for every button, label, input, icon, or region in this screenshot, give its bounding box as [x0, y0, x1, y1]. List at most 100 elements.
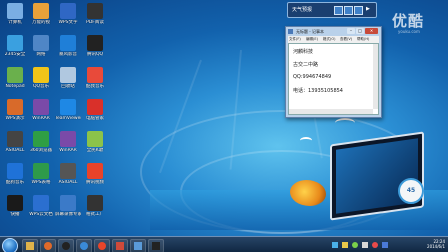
- app-icon: [60, 35, 76, 51]
- desktop-icon-label: WPS演示: [5, 116, 25, 121]
- desktop-icon[interactable]: ASIOALL: [55, 163, 81, 185]
- desktop-icon[interactable]: 酷狗音乐: [2, 163, 28, 185]
- widget-button[interactable]: [354, 6, 363, 15]
- desktop-icon[interactable]: 360浏览器: [28, 131, 54, 153]
- app-icon: [33, 195, 49, 211]
- volume-icon[interactable]: [342, 242, 348, 248]
- desktop-icon-label: ASIOALL: [58, 180, 78, 185]
- desktop-icon-label: WinRAR: [32, 116, 50, 121]
- close-button[interactable]: ✕: [365, 28, 378, 34]
- desktop-icon[interactable]: WPS表格: [28, 163, 54, 185]
- speed-meter-widget[interactable]: 45: [398, 178, 424, 204]
- widget-button[interactable]: [344, 6, 353, 15]
- minimize-button[interactable]: –: [347, 28, 355, 34]
- menu-format[interactable]: 格式(O): [323, 37, 336, 42]
- desktop-icon[interactable]: 屏幕录像专家: [55, 195, 81, 217]
- vertical-scrollbar[interactable]: [373, 44, 378, 109]
- notepad-text-area[interactable]: 河麟科技 古交二中路 QQ:994674849 电话：13935105854: [288, 43, 379, 115]
- maximize-button[interactable]: □: [356, 28, 364, 34]
- desktop-icon[interactable]: 腾讯视频: [82, 163, 108, 185]
- desktop-icon[interactable]: PDF阅读: [82, 3, 108, 25]
- menu-help[interactable]: 帮助(H): [357, 37, 369, 42]
- input-method-icon[interactable]: [382, 242, 388, 248]
- desktop-icon-label: 暴风影音: [59, 52, 77, 57]
- weather-widget[interactable]: 天气预报 ▶: [287, 2, 377, 18]
- desktop-icon[interactable]: 电脑管家: [82, 99, 108, 121]
- seagull-icon: [335, 118, 355, 128]
- taskbar-recorder[interactable]: [112, 239, 128, 252]
- desktop-icon[interactable]: 暴风影音: [55, 35, 81, 57]
- desktop: 计算机 万能的视 WPS文字 PDF阅读 2345安全 网络 暴风影音 腾讯QQ Notepad…: [0, 0, 448, 252]
- app-icon: [7, 131, 23, 147]
- tray-app-icon[interactable]: [372, 242, 378, 248]
- taskbar-ie[interactable]: [76, 239, 92, 252]
- app-icon: [87, 195, 103, 211]
- taskbar-chrome[interactable]: [94, 239, 110, 252]
- app-icon: [87, 3, 103, 19]
- desktop-icon-label: 网络: [36, 52, 46, 57]
- desktop-icon-label: 回收站: [61, 84, 75, 89]
- network-icon[interactable]: [332, 242, 338, 248]
- desktop-icon[interactable]: 网络: [28, 35, 54, 57]
- text-line: 河麟科技: [293, 49, 314, 55]
- play-arrow-icon[interactable]: ▶: [366, 6, 370, 12]
- desktop-icon[interactable]: ASIOALL: [2, 131, 28, 153]
- menu-view[interactable]: 查看(V): [340, 37, 352, 42]
- desktop-icon-label: 万能的视: [32, 20, 50, 25]
- notepad-window[interactable]: 无标题 - 记事本 – □ ✕ 文件(F) 编辑(E) 格式(O) 查看(V) …: [285, 26, 382, 118]
- desktop-icon-label: WPS表格: [31, 180, 51, 185]
- desktop-icon[interactable]: 计算机: [2, 3, 28, 25]
- desktop-icon[interactable]: WinRAR: [28, 99, 54, 121]
- desktop-icon-label: 2345安全: [4, 52, 26, 57]
- app-icon: [7, 35, 23, 51]
- taskbar-notepad[interactable]: [130, 239, 146, 252]
- app-icon: [7, 163, 23, 179]
- taskbar-explorer[interactable]: [22, 239, 38, 252]
- app-icon: [7, 99, 23, 115]
- desktop-icon[interactable]: 万能的视: [28, 3, 54, 25]
- taskbar-qq[interactable]: [58, 239, 74, 252]
- taskbar-terminal[interactable]: [148, 239, 164, 252]
- desktop-icon-label: 酷狗音乐: [6, 180, 24, 185]
- desktop-icon[interactable]: 酷我音乐: [82, 67, 108, 89]
- desktop-icon[interactable]: QQ音乐: [28, 67, 54, 89]
- desktop-icon[interactable]: 快播: [2, 195, 28, 217]
- taskbar-media-player[interactable]: [40, 239, 56, 252]
- desktop-icon[interactable]: WPS演示: [2, 99, 28, 121]
- desktop-icon-label: WPS云文档: [29, 212, 53, 217]
- horizontal-scrollbar[interactable]: [289, 109, 373, 114]
- desktop-icon[interactable]: WPS文字: [55, 3, 81, 25]
- desktop-icon[interactable]: 全民K歌: [82, 131, 108, 153]
- app-icon: [60, 67, 76, 83]
- app-icon: [87, 131, 103, 147]
- desktop-icon[interactable]: 回收站: [55, 67, 81, 89]
- menu-edit[interactable]: 编辑(E): [306, 37, 318, 42]
- desktop-icon-label: WPS文字: [58, 20, 78, 25]
- clock[interactable]: 22:24 2014/6/1: [427, 239, 445, 249]
- desktop-icon[interactable]: WPS云文档: [28, 195, 54, 217]
- desktop-icon[interactable]: 腾讯QQ: [82, 35, 108, 57]
- desktop-icon-label: PDF阅读: [86, 20, 104, 25]
- desktop-icon[interactable]: TeamViewer: [55, 99, 81, 121]
- notepad-titlebar[interactable]: 无标题 - 记事本 – □ ✕: [286, 27, 381, 36]
- security-icon[interactable]: [352, 242, 358, 248]
- taskbar: 22:24 2014/6/1: [0, 236, 448, 252]
- desktop-icon-label: 腾讯视频: [86, 180, 104, 185]
- desktop-icon[interactable]: WinRAR: [55, 131, 81, 153]
- desktop-icon-label: 屏幕录像专家: [55, 212, 81, 217]
- app-icon: [33, 35, 49, 51]
- widget-button[interactable]: [334, 6, 343, 15]
- system-tray: 22:24 2014/6/1: [328, 237, 448, 252]
- youku-watermark-url: youku.com: [398, 29, 420, 34]
- desktop-icon[interactable]: 2345安全: [2, 35, 28, 57]
- desktop-icon[interactable]: Notepad: [2, 67, 28, 89]
- desktop-icon-label: TeamViewer: [55, 116, 81, 121]
- chrome-icon: [98, 242, 106, 250]
- app-icon: [7, 195, 23, 211]
- start-button[interactable]: [2, 238, 18, 252]
- menu-file[interactable]: 文件(F): [289, 37, 301, 42]
- flag-icon[interactable]: [362, 242, 368, 248]
- weather-widget-label: 天气预报: [292, 7, 313, 13]
- desktop-icon-label: 酷我音乐: [86, 84, 104, 89]
- desktop-icon[interactable]: 格式工厂: [82, 195, 108, 217]
